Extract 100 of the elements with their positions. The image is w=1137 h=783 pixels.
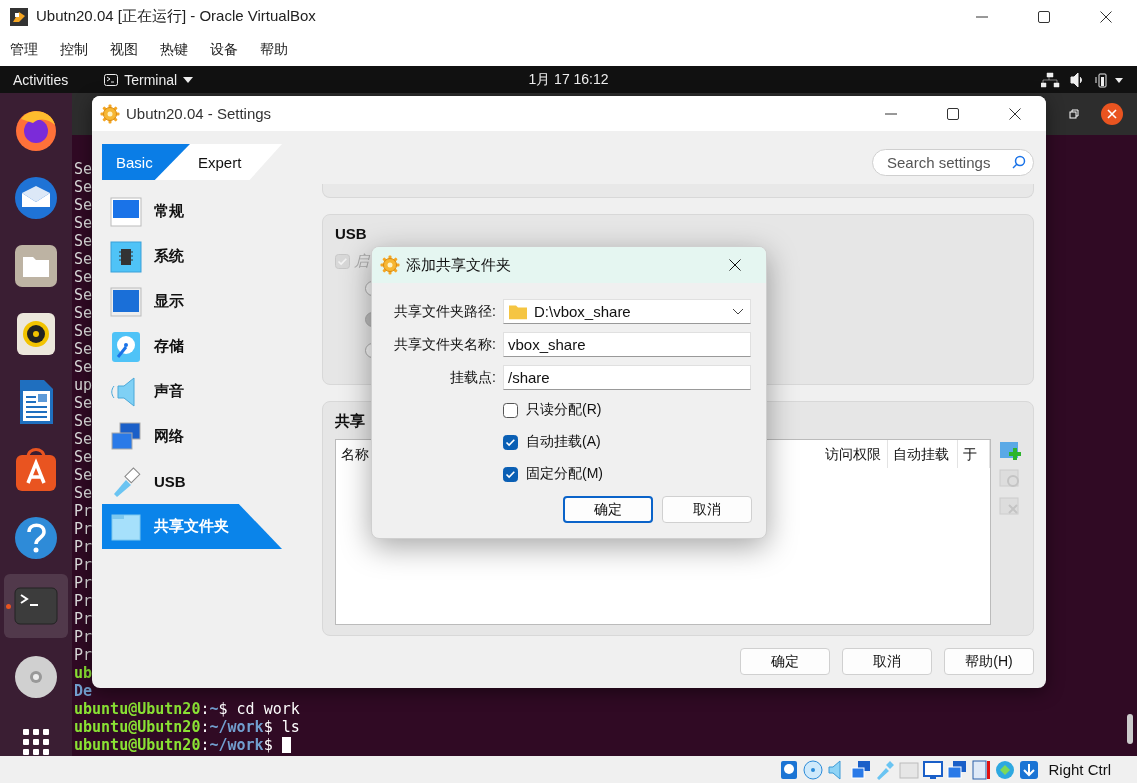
- terminal-line: Pr: [74, 574, 93, 592]
- field-label: 共享文件夹名称:: [393, 335, 496, 354]
- terminal-line: Se: [74, 304, 93, 322]
- terminal-line: Se: [74, 358, 93, 376]
- panel-title: USB: [335, 225, 368, 242]
- arrow-down-icon[interactable]: [1018, 758, 1041, 781]
- app-menu[interactable]: Terminal: [104, 71, 194, 88]
- host-key-label: Right Ctrl: [1048, 761, 1111, 778]
- terminal-line: De: [74, 682, 93, 700]
- gear-icon: [100, 103, 120, 124]
- input-field[interactable]: /share: [503, 365, 751, 390]
- close-icon[interactable]: [728, 258, 742, 272]
- panel-title: 共享: [335, 412, 366, 431]
- app-logo-icon: [10, 7, 28, 26]
- terminal-line: Se: [74, 430, 93, 448]
- search-field[interactable]: Search settings: [872, 148, 1034, 176]
- terminal-line: Se: [74, 178, 93, 196]
- terminal-line: Pr: [74, 592, 93, 610]
- checkbox-label: 启: [354, 252, 369, 271]
- terminal-line: Se: [74, 232, 93, 250]
- terminal-line: Pr: [74, 502, 93, 520]
- terminal-line: Se: [74, 394, 93, 412]
- terminal-line: Se: [74, 484, 93, 502]
- sidebar-item[interactable]: 声音: [102, 369, 282, 414]
- terminal-line: ub: [74, 664, 93, 682]
- dialog-button[interactable]: 取消: [662, 496, 752, 523]
- checkbox[interactable]: [503, 434, 518, 450]
- terminal-line: Se: [74, 196, 93, 214]
- terminal-line: Se: [74, 322, 93, 340]
- menu-item[interactable]: 视图: [110, 38, 144, 61]
- terminal-line: ubuntu@Ubutn20:~/work$ ls: [74, 718, 300, 736]
- sidebar-item[interactable]: 常规: [102, 189, 282, 234]
- menu-item[interactable]: 热键: [160, 38, 194, 61]
- sidebar-item[interactable]: 网络: [102, 414, 282, 459]
- sidebar-item[interactable]: USB: [102, 459, 282, 504]
- checkbox[interactable]: [503, 402, 518, 418]
- menu-item[interactable]: 设备: [210, 38, 244, 61]
- network-icon: [110, 420, 142, 453]
- close-icon[interactable]: [1008, 106, 1022, 121]
- terminal-line: Se: [74, 160, 93, 178]
- terminal-line: Pr: [74, 610, 93, 628]
- window-title: Ubutn20.04 [正在运行] - Oracle VirtualBox: [36, 7, 317, 26]
- chevron-down-icon: [732, 307, 744, 316]
- input-field[interactable]: vbox_share: [503, 332, 751, 357]
- terminal-line: Pr: [74, 628, 93, 646]
- running-indicator: [6, 604, 11, 609]
- gear-icon: [380, 255, 400, 275]
- terminal-line: Se: [74, 412, 93, 430]
- terminal-icon: [104, 73, 119, 86]
- terminal-line: Pr: [74, 520, 93, 538]
- checkbox-label: 只读分配(R): [526, 401, 602, 419]
- mode-tab[interactable]: Expert: [190, 144, 282, 180]
- sidebar-item[interactable]: 显示: [102, 279, 282, 324]
- terminal-line: Pr: [74, 538, 93, 556]
- menu-item[interactable]: 管理: [10, 38, 44, 61]
- column-header[interactable]: 访问权限: [820, 440, 888, 468]
- terminal-line: ubuntu@Ubutn20:~/work$: [74, 736, 291, 754]
- terminal-line: Pr: [74, 556, 93, 574]
- terminal-line: ubuntu@Ubutn20:~$ cd work: [74, 700, 300, 718]
- column-header[interactable]: 自动挂载: [888, 440, 958, 468]
- checkbox-label: 自动挂载(A): [526, 433, 601, 451]
- terminal-line: Se: [74, 250, 93, 268]
- sidebar-item[interactable]: 系统: [102, 234, 282, 279]
- dialog-button[interactable]: 帮助(H): [944, 648, 1034, 675]
- scrollbar[interactable]: [1127, 714, 1133, 744]
- sidebar-item[interactable]: 共享文件夹: [102, 504, 282, 549]
- mode-tab[interactable]: Basic: [102, 144, 190, 180]
- dialog-button[interactable]: 取消: [842, 648, 932, 675]
- activities-button[interactable]: Activities: [13, 71, 69, 88]
- path-dropdown[interactable]: D:\vbox_share: [503, 299, 751, 324]
- terminal-line: Se: [74, 448, 93, 466]
- terminal-line: up: [74, 376, 93, 394]
- dialog-button[interactable]: 确定: [563, 496, 653, 523]
- maximize-icon[interactable]: [1037, 9, 1051, 24]
- window-title: Ubutn20.04 - Settings: [126, 105, 273, 122]
- maximize-icon[interactable]: [946, 106, 960, 121]
- close-icon[interactable]: [1101, 103, 1123, 125]
- checkbox-label: 固定分配(M): [526, 465, 603, 483]
- caret-icon: [183, 76, 194, 83]
- menu-item[interactable]: 帮助: [260, 38, 294, 61]
- system-tray-icons[interactable]: [1041, 71, 1125, 88]
- dialog-button[interactable]: 确定: [740, 648, 830, 675]
- network-icon[interactable]: [850, 758, 873, 781]
- terminal-line: Se: [74, 214, 93, 232]
- menu-item[interactable]: 控制: [60, 38, 94, 61]
- field-label: 挂载点:: [449, 368, 496, 387]
- sidebar-item[interactable]: 存储: [102, 324, 282, 369]
- clock[interactable]: 1月 17 16:12: [528, 70, 609, 89]
- column-header[interactable]: 于: [958, 440, 990, 468]
- search-icon: [1012, 155, 1026, 169]
- dialog-title: 添加共享文件夹: [406, 255, 512, 275]
- terminal-line: Se: [74, 286, 93, 304]
- terminal-line: Se: [74, 340, 93, 358]
- restore-icon[interactable]: [1069, 109, 1079, 119]
- field-label: 共享文件夹路径:: [393, 302, 496, 321]
- close-icon[interactable]: [1099, 9, 1113, 24]
- terminal-line: Pr: [74, 646, 93, 664]
- checkbox[interactable]: [503, 466, 518, 482]
- terminal-line: Se: [74, 268, 93, 286]
- terminal-line: Se: [74, 466, 93, 484]
